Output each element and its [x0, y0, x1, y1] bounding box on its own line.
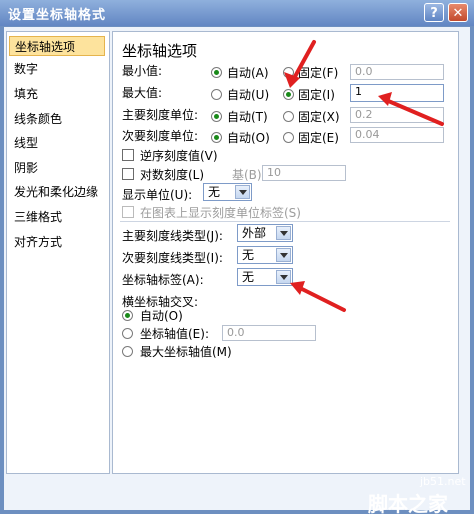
show-unit-label[interactable]: 在图表上显示刻度单位标签(S) — [140, 204, 301, 221]
minor-auto-label[interactable]: 自动(O) — [227, 129, 270, 146]
watermark-site: jb51.net — [420, 475, 466, 488]
cross-value-label[interactable]: 坐标轴值(E): — [140, 325, 209, 342]
display-unit-value: 无 — [208, 185, 221, 199]
reverse-checkbox[interactable] — [122, 149, 134, 161]
log-checkbox[interactable] — [122, 168, 134, 180]
cross-max-radio[interactable] — [122, 346, 133, 357]
cross-auto-radio[interactable] — [122, 310, 133, 321]
major-fixed-label[interactable]: 固定(X) — [298, 108, 340, 125]
nav-item-3d-format[interactable]: 三维格式 — [9, 207, 105, 227]
nav-item-alignment[interactable]: 对齐方式 — [9, 232, 105, 252]
min-fixed-radio[interactable] — [283, 67, 294, 78]
major-value-field[interactable]: 0.2 — [350, 107, 444, 123]
minor-fixed-radio[interactable] — [283, 132, 294, 143]
divider — [120, 221, 450, 222]
dialog-title: 设置坐标轴格式 — [8, 8, 107, 23]
major-tick-label: 主要刻度线类型(J): — [122, 229, 223, 243]
major-unit-label: 主要刻度单位: — [122, 108, 199, 122]
base-value-field[interactable]: 10 — [262, 165, 346, 181]
nav-item-line-style[interactable]: 线型 — [9, 133, 105, 153]
minor-tick-value: 无 — [242, 248, 255, 262]
cross-auto-label[interactable]: 自动(O) — [140, 307, 183, 324]
minor-tick-label: 次要刻度线类型(I): — [122, 251, 223, 265]
cross-max-label[interactable]: 最大坐标轴值(M) — [140, 343, 232, 360]
min-label: 最小值: — [122, 64, 163, 78]
watermark-name: 脚本之家 — [368, 492, 448, 516]
major-auto-label[interactable]: 自动(T) — [227, 108, 268, 125]
max-value-field[interactable]: 1 — [350, 84, 444, 102]
max-label: 最大值: — [122, 86, 163, 100]
min-value-field[interactable]: 0.0 — [350, 64, 444, 80]
chevron-down-icon — [276, 248, 291, 262]
min-auto-radio[interactable] — [211, 67, 222, 78]
display-unit-dropdown[interactable]: 无 — [203, 183, 252, 201]
major-tick-dropdown[interactable]: 外部 — [237, 224, 293, 242]
minor-auto-radio[interactable] — [211, 132, 222, 143]
major-auto-radio[interactable] — [211, 111, 222, 122]
axis-labels-value: 无 — [242, 270, 255, 284]
minor-tick-dropdown[interactable]: 无 — [237, 246, 293, 264]
major-fixed-radio[interactable] — [283, 111, 294, 122]
max-fixed-radio[interactable] — [283, 89, 294, 100]
max-auto-label[interactable]: 自动(U) — [227, 86, 269, 103]
nav-item-line-color[interactable]: 线条颜色 — [9, 109, 105, 129]
base-label: 基(B): — [232, 168, 266, 182]
max-auto-radio[interactable] — [211, 89, 222, 100]
chevron-down-icon — [276, 226, 291, 240]
help-button[interactable]: ? — [424, 3, 444, 22]
reverse-label[interactable]: 逆序刻度值(V) — [140, 147, 218, 164]
major-tick-value: 外部 — [242, 226, 267, 240]
show-unit-checkbox[interactable] — [122, 206, 134, 218]
minor-value-field[interactable]: 0.04 — [350, 127, 444, 143]
axis-labels-label: 坐标轴标签(A): — [122, 273, 204, 287]
cross-value-radio[interactable] — [122, 328, 133, 339]
chevron-down-icon — [235, 185, 250, 199]
nav-item-shadow[interactable]: 阴影 — [9, 158, 105, 178]
close-button[interactable]: ✕ — [448, 3, 468, 22]
cross-value-field[interactable]: 0.0 — [222, 325, 316, 341]
nav-item-number[interactable]: 数字 — [9, 59, 105, 79]
axis-labels-dropdown[interactable]: 无 — [237, 268, 293, 286]
display-unit-label: 显示单位(U): — [122, 188, 193, 202]
panel-title: 坐标轴选项 — [122, 42, 198, 60]
min-auto-label[interactable]: 自动(A) — [227, 64, 269, 81]
chevron-down-icon — [276, 270, 291, 284]
nav-item-glow[interactable]: 发光和柔化边缘 — [9, 182, 105, 202]
minor-fixed-label[interactable]: 固定(E) — [298, 129, 339, 146]
title-bar[interactable]: 设置坐标轴格式 ? ✕ — [0, 0, 474, 26]
minor-unit-label: 次要刻度单位: — [122, 129, 199, 143]
log-label[interactable]: 对数刻度(L) — [140, 166, 204, 183]
min-fixed-label[interactable]: 固定(F) — [298, 64, 338, 81]
max-fixed-label[interactable]: 固定(I) — [298, 86, 335, 103]
nav-item-fill[interactable]: 填充 — [9, 84, 105, 104]
nav-item-axis-options[interactable]: 坐标轴选项 — [9, 36, 105, 56]
